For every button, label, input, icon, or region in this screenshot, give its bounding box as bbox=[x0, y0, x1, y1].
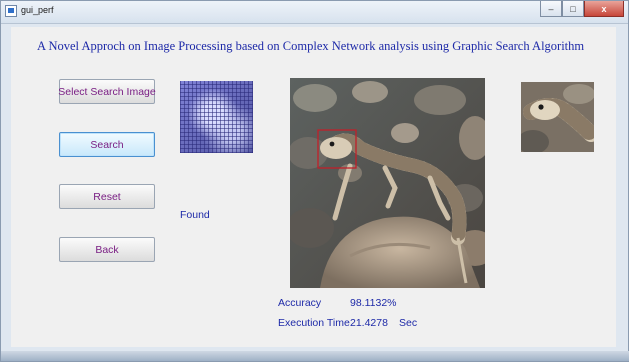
maximize-button[interactable]: □ bbox=[562, 1, 584, 17]
thumbnail-pixel-grid bbox=[180, 81, 253, 153]
lizard-photo bbox=[290, 78, 485, 288]
select-search-image-button[interactable]: Select Search Image bbox=[58, 79, 156, 104]
app-window: gui_perf – □ x A Novel Approch on Image … bbox=[0, 0, 629, 362]
minimize-button[interactable]: – bbox=[540, 1, 562, 17]
matlab-figure-icon bbox=[5, 5, 17, 17]
window-title: gui_perf bbox=[21, 5, 54, 15]
matched-lizard-head bbox=[521, 82, 594, 152]
page-title: A Novel Approch on Image Processing base… bbox=[37, 39, 585, 53]
accuracy-value: 98.1132% bbox=[350, 297, 397, 309]
close-button[interactable]: x bbox=[584, 1, 624, 17]
matched-region-image bbox=[521, 82, 594, 152]
search-image-thumbnail bbox=[180, 81, 253, 153]
execution-time-value: 21.4278 bbox=[350, 317, 388, 329]
search-button[interactable]: Search bbox=[59, 132, 155, 157]
accuracy-label: Accuracy bbox=[278, 297, 322, 309]
reset-button[interactable]: Reset bbox=[59, 184, 155, 209]
main-lizard-image bbox=[290, 78, 485, 288]
execution-time-unit: Sec bbox=[399, 317, 418, 329]
title-bar[interactable]: gui_perf – □ x bbox=[1, 1, 628, 24]
window-controls: – □ x bbox=[540, 1, 624, 19]
taskbar bbox=[1, 351, 629, 361]
found-status: Found bbox=[180, 209, 210, 221]
execution-time-label: Execution Time bbox=[278, 317, 350, 329]
back-button[interactable]: Back bbox=[59, 237, 155, 262]
